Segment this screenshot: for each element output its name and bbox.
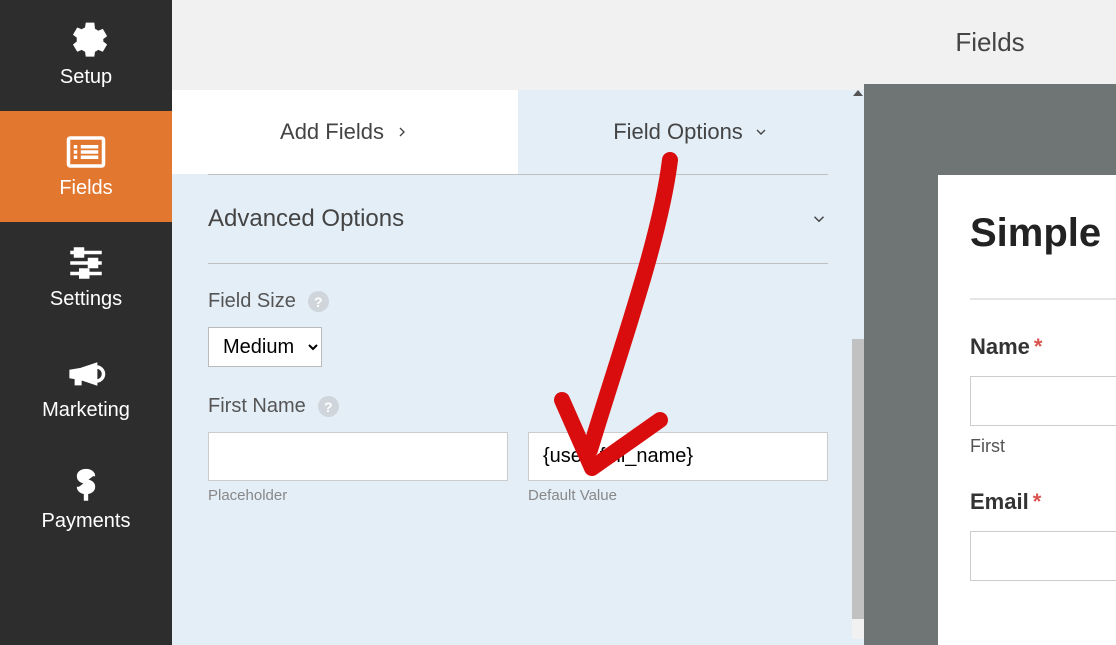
form-preview: Simple Name* First Email* — [938, 175, 1116, 645]
required-asterisk-icon: * — [1033, 489, 1042, 514]
preview-email-label-text: Email — [970, 489, 1029, 514]
field-size-label-row: Field Size ? — [208, 290, 828, 313]
sidebar-label-settings: Settings — [0, 288, 172, 311]
sidebar-label-payments: Payments — [0, 510, 172, 533]
preview-column: Fields Simple Name* First Email* — [864, 0, 1116, 645]
help-icon[interactable]: ? — [318, 396, 339, 417]
scrollbar[interactable] — [852, 339, 864, 639]
divider — [970, 298, 1116, 300]
sidebar-item-settings[interactable]: Settings — [0, 222, 172, 333]
help-icon[interactable]: ? — [308, 291, 329, 312]
first-name-default-input[interactable] — [528, 432, 828, 481]
preview-name-field[interactable]: Name* First — [970, 334, 1116, 457]
preview-email-label: Email* — [970, 489, 1041, 514]
scroll-thumb[interactable] — [852, 339, 864, 619]
sidebar-label-setup: Setup — [0, 66, 172, 89]
preview-email-input[interactable] — [970, 531, 1116, 581]
panel-tabs: Add Fields Field Options — [172, 90, 864, 174]
first-name-label-row: First Name ? — [208, 395, 828, 418]
preview-name-label: Name* — [970, 334, 1042, 359]
sidebar-label-fields: Fields — [0, 177, 172, 200]
sidebar-item-fields[interactable]: Fields — [0, 111, 172, 222]
gear-icon — [0, 18, 172, 64]
advanced-options-label: Advanced Options — [208, 205, 404, 233]
field-size-label: Field Size — [208, 290, 296, 313]
first-name-placeholder-input[interactable] — [208, 432, 508, 481]
chevron-down-icon — [753, 124, 769, 140]
field-options-panel: Advanced Options Field Size ? Medium Fir… — [172, 174, 864, 645]
preview-email-field[interactable]: Email* — [970, 489, 1116, 581]
sidebar-label-marketing: Marketing — [0, 399, 172, 422]
form-title: Simple — [970, 211, 1116, 256]
preview-name-first-input[interactable] — [970, 376, 1116, 426]
preview-header: Fields — [864, 0, 1116, 84]
tab-field-options-label: Field Options — [613, 119, 743, 145]
sidebar-item-marketing[interactable]: Marketing — [0, 333, 172, 444]
divider — [208, 263, 828, 264]
field-size-select[interactable]: Medium — [208, 327, 322, 367]
dollar-icon — [0, 462, 172, 508]
first-name-label: First Name — [208, 395, 306, 418]
sliders-icon — [0, 240, 172, 286]
chevron-right-icon — [394, 124, 410, 140]
placeholder-sublabel: Placeholder — [208, 487, 508, 504]
sidebar-item-setup[interactable]: Setup — [0, 0, 172, 111]
default-value-sublabel: Default Value — [528, 487, 828, 504]
chevron-down-icon — [810, 210, 828, 228]
preview-name-sublabel: First — [970, 436, 1116, 457]
main-panel: Add Fields Field Options Advanced Option… — [172, 0, 864, 645]
bullhorn-icon — [0, 351, 172, 397]
tab-add-fields[interactable]: Add Fields — [172, 90, 518, 174]
builder-sidebar: Setup Fields Settings Marketing Payments — [0, 0, 172, 645]
list-icon — [0, 129, 172, 175]
sidebar-item-payments[interactable]: Payments — [0, 444, 172, 555]
preview-name-label-text: Name — [970, 334, 1030, 359]
required-asterisk-icon: * — [1034, 334, 1043, 359]
tab-add-fields-label: Add Fields — [280, 119, 384, 145]
tab-field-options[interactable]: Field Options — [518, 90, 864, 174]
scroll-up-arrow-icon[interactable] — [853, 90, 863, 96]
advanced-options-toggle[interactable]: Advanced Options — [208, 175, 828, 263]
